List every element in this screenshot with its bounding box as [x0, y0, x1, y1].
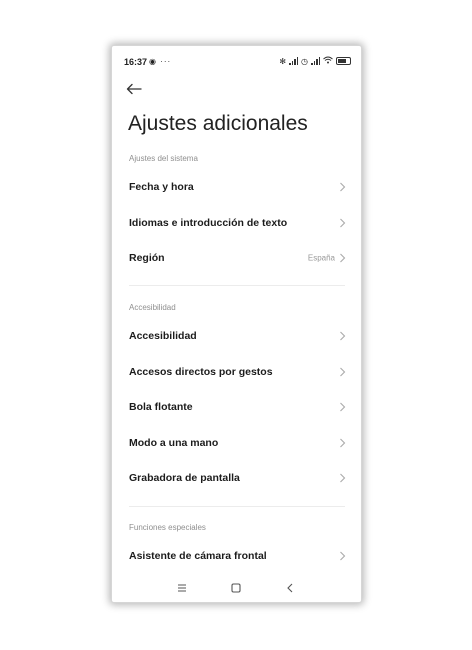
wifi-icon	[323, 56, 333, 66]
section-label: Accesibilidad	[129, 303, 176, 312]
chevron-right-icon	[340, 182, 346, 192]
setting-row-accesibilidad[interactable]: Accesibilidad	[112, 321, 361, 351]
setting-value: España	[307, 253, 335, 263]
back-button[interactable]	[126, 82, 148, 98]
chevron-right-icon	[340, 473, 346, 483]
arrow-left-icon	[126, 83, 142, 95]
navigation-bar	[112, 574, 361, 602]
status-bar: 16:37 ◉ ··· ✻ ◷	[112, 46, 361, 74]
setting-label: Bola flotante	[129, 401, 193, 413]
chevron-right-icon	[340, 551, 346, 561]
chevron-right-icon	[340, 367, 346, 377]
setting-label: Asistente de cámara frontal	[129, 550, 267, 562]
setting-label: Región	[129, 252, 165, 264]
setting-label: Accesibilidad	[129, 330, 197, 342]
setting-label: Accesos directos por gestos	[129, 366, 273, 378]
status-left-icons: ◉ ···	[149, 57, 171, 66]
setting-row-accesos-directos-por-gestos[interactable]: Accesos directos por gestos	[112, 357, 361, 387]
setting-row-asistente-de-camara-frontal[interactable]: Asistente de cámara frontal	[112, 541, 361, 571]
battery-icon	[336, 57, 351, 65]
whatsapp-icon: ◉	[149, 57, 157, 66]
setting-label: Idiomas e introducción de texto	[129, 217, 288, 229]
signal-icon	[289, 57, 299, 65]
chevron-right-icon	[340, 438, 346, 448]
setting-row-region[interactable]: Región España	[112, 243, 361, 273]
setting-row-bola-flotante[interactable]: Bola flotante	[112, 392, 361, 422]
back-icon	[287, 583, 293, 593]
menu-button[interactable]	[175, 581, 189, 595]
setting-label: Grabadora de pantalla	[129, 472, 240, 484]
alarm-icon: ◷	[301, 56, 308, 66]
page-title: Ajustes adicionales	[128, 112, 308, 135]
chevron-right-icon	[340, 218, 346, 228]
chevron-right-icon	[340, 402, 346, 412]
chevron-right-icon	[340, 253, 346, 263]
bluetooth-icon: ✻	[279, 56, 287, 66]
signal-icon	[311, 57, 320, 65]
setting-row-modo-a-una-mano[interactable]: Modo a una mano	[112, 428, 361, 458]
section-label: Funciones especiales	[129, 523, 206, 532]
setting-label: Modo a una mano	[129, 437, 219, 449]
menu-icon	[178, 584, 186, 592]
setting-row-fecha-y-hora[interactable]: Fecha y hora	[112, 172, 361, 202]
nav-back-button[interactable]	[283, 581, 297, 595]
section-divider	[129, 506, 345, 507]
phone-screen: 16:37 ◉ ··· ✻ ◷ Ajustes adicionales Ajus…	[112, 46, 361, 602]
home-icon	[231, 583, 241, 593]
status-right-icons: ✻ ◷	[279, 56, 351, 66]
section-label: Ajustes del sistema	[129, 154, 198, 163]
chevron-right-icon	[340, 331, 346, 341]
status-time: 16:37	[124, 57, 148, 67]
more-dots-icon: ···	[160, 57, 172, 66]
setting-row-idiomas-e-introduccion-de-texto[interactable]: Idiomas e introducción de texto	[112, 208, 361, 238]
home-button[interactable]	[229, 581, 243, 595]
setting-row-grabadora-de-pantalla[interactable]: Grabadora de pantalla	[112, 463, 361, 493]
section-divider	[129, 285, 345, 286]
setting-label: Fecha y hora	[129, 181, 194, 193]
